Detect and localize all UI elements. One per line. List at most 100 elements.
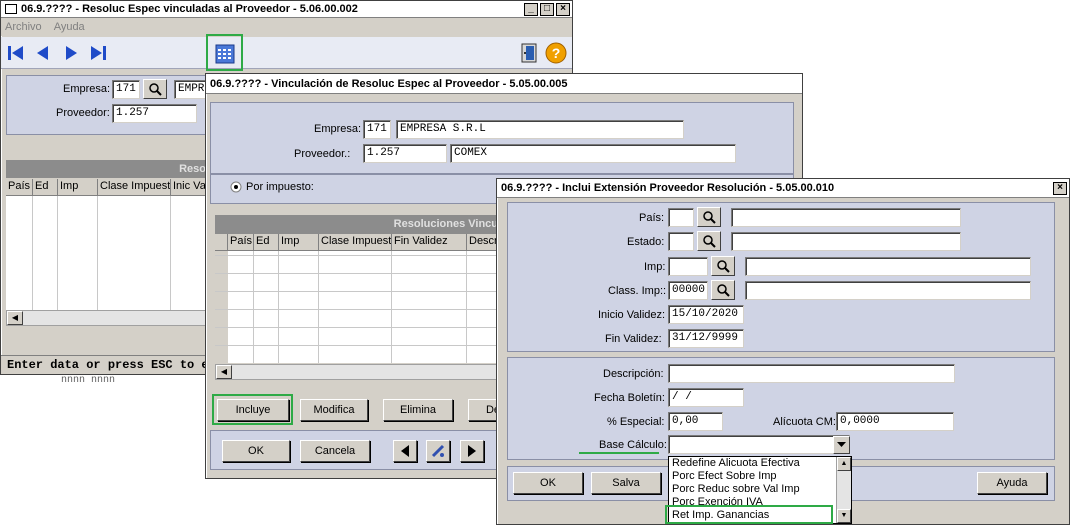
fin-validez-field[interactable]: 31/12/9999 — [668, 329, 744, 348]
class-imp-name-field[interactable] — [745, 281, 1031, 300]
proveedor-label: Proveedor: — [56, 107, 110, 119]
imp-name-field[interactable] — [745, 257, 1031, 276]
inicio-validez-field[interactable]: 15/10/2020 — [668, 305, 744, 324]
fecha-boletin-field[interactable]: / / — [668, 388, 744, 407]
imp-search-button[interactable] — [711, 256, 735, 276]
window2-titlebar: 06.9.???? - Vinculación de Resoluc Espec… — [206, 74, 802, 94]
radio-por-impuesto[interactable] — [230, 181, 242, 193]
fecha-boletin-label: Fecha Boletín: — [594, 392, 665, 404]
window1-titlebar: 06.9.???? - Resoluc Espec vinculadas al … — [1, 1, 572, 18]
class-imp-search-button[interactable] — [711, 280, 735, 300]
help-icon[interactable]: ? — [545, 42, 567, 64]
search-icon — [703, 211, 716, 224]
win2-ok-button[interactable]: OK — [222, 440, 290, 462]
arrow-left-icon — [401, 445, 409, 457]
win2-grid-title: Resoluciones Vincu — [215, 215, 498, 234]
win2-empresa-code-field[interactable]: 171 — [363, 120, 391, 139]
win2-col-clase[interactable]: Clase Impuest — [319, 234, 392, 251]
menu-archivo[interactable]: Archivo — [5, 21, 42, 33]
col-imp[interactable]: Imp — [58, 179, 98, 196]
minimize-button[interactable]: _ — [524, 2, 538, 16]
pais-label: País: — [639, 212, 665, 224]
win1-grid-title: Reso — [6, 160, 211, 178]
imp-field[interactable] — [668, 257, 708, 276]
close-button[interactable]: × — [556, 2, 570, 16]
alicuota-cm-field[interactable]: 0,0000 — [836, 412, 954, 431]
porc-especial-field[interactable]: 0,00 — [668, 412, 723, 431]
win2-col-fin-validez[interactable]: Fin Validez — [392, 234, 467, 251]
empresa-search-button[interactable] — [143, 79, 167, 99]
exit-door-icon[interactable] — [520, 42, 540, 64]
option-porc-efect[interactable]: Porc Efect Sobre Imp — [669, 470, 851, 483]
options-scroll-down-button[interactable]: ▼ — [837, 509, 851, 523]
estado-label: Estado: — [627, 236, 665, 248]
win2-grid-body[interactable] — [215, 251, 498, 363]
win2-prev-button[interactable] — [393, 440, 417, 462]
salva-button[interactable]: Salva — [591, 472, 661, 494]
win2-proveedor-code-field[interactable]: 1.257 — [363, 144, 447, 163]
calendar-icon[interactable] — [215, 43, 235, 65]
incluye-button[interactable]: Incluye — [217, 399, 289, 421]
win2-next-button[interactable] — [460, 440, 484, 462]
ayuda-button[interactable]: Ayuda — [977, 472, 1047, 494]
estado-name-field[interactable] — [731, 232, 961, 251]
last-record-icon[interactable] — [88, 43, 108, 63]
win2-col-descr[interactable]: Descr — [467, 234, 498, 251]
scroll-left-button[interactable]: ◀ — [7, 311, 23, 325]
menu-ayuda[interactable]: Ayuda — [54, 21, 85, 33]
win2-col-imp[interactable]: Imp — [279, 234, 319, 251]
window2-title: 06.9.???? - Vinculación de Resoluc Espec… — [210, 77, 568, 90]
pen-tool-icon — [431, 444, 445, 458]
class-imp-field[interactable]: 00000 — [668, 281, 708, 300]
col-clase[interactable]: Clase Impuest — [98, 179, 171, 196]
pais-field[interactable] — [668, 208, 694, 227]
win1-hscrollbar[interactable]: ◀ — [6, 310, 211, 326]
col-pais[interactable]: País — [6, 179, 33, 196]
modifica-button[interactable]: Modifica — [300, 399, 368, 421]
win1-grid-body[interactable] — [6, 196, 211, 311]
option-redefine-alicuota[interactable]: Redefine Alicuota Efectiva — [669, 457, 851, 470]
col-ed[interactable]: Ed — [33, 179, 58, 196]
window-inclui-extension: 06.9.???? - Inclui Extensión Proveedor R… — [496, 178, 1070, 525]
option-ret-imp-ganancias[interactable]: Ret Imp. Ganancias — [669, 509, 851, 522]
fin-validez-label: Fin Validez: — [605, 333, 662, 345]
window3-close-button[interactable]: × — [1053, 181, 1067, 195]
estado-field[interactable] — [668, 232, 694, 251]
window3-title: 06.9.???? - Inclui Extensión Proveedor R… — [501, 182, 835, 194]
win2-hscrollbar[interactable]: ◀ — [215, 364, 498, 380]
win2-empresa-name-field[interactable]: EMPRESA S.R.L — [396, 120, 684, 139]
base-calculo-label: Base Cálculo: — [599, 439, 667, 451]
elimina-button[interactable]: Elimina — [383, 399, 453, 421]
options-scrollbar[interactable]: ▲ ▼ — [836, 457, 851, 523]
estado-search-button[interactable] — [697, 231, 721, 251]
maximize-button[interactable]: □ — [540, 2, 554, 16]
window3-titlebar: 06.9.???? - Inclui Extensión Proveedor R… — [497, 179, 1069, 198]
base-calculo-select[interactable] — [668, 435, 850, 454]
win2-col-pais[interactable]: País — [228, 234, 254, 251]
alicuota-cm-label: Alícuota CM: — [773, 416, 836, 428]
proveedor-code-field[interactable]: 1.257 — [112, 104, 197, 123]
previous-record-icon[interactable] — [33, 43, 53, 63]
options-scroll-up-button[interactable]: ▲ — [837, 457, 851, 471]
base-calculo-dropdown-button[interactable] — [833, 436, 850, 454]
pais-search-button[interactable] — [697, 207, 721, 227]
menubar: Archivo Ayuda — [1, 18, 572, 36]
option-porc-exencion[interactable]: Porc Exención IVA — [669, 496, 851, 506]
descripcion-field[interactable] — [668, 364, 955, 383]
option-porc-reduc[interactable]: Porc Reduc sobre Val Imp — [669, 483, 851, 496]
win2-empresa-label: Empresa: — [314, 123, 362, 135]
first-record-icon[interactable] — [6, 43, 26, 63]
base-calculo-options[interactable]: Redefine Alicuota Efectiva Porc Efect So… — [668, 456, 852, 524]
win2-cancela-button[interactable]: Cancela — [300, 440, 370, 462]
app-icon — [5, 4, 17, 14]
win2-proveedor-name-field[interactable]: COMEX — [450, 144, 736, 163]
next-record-icon[interactable] — [61, 43, 81, 63]
chevron-down-icon — [837, 442, 846, 447]
win3-ok-button[interactable]: OK — [513, 472, 583, 494]
win2-col-indicator — [215, 234, 228, 251]
empresa-code-field[interactable]: 171 — [112, 80, 140, 99]
win2-scroll-left-button[interactable]: ◀ — [216, 365, 232, 379]
win2-col-ed[interactable]: Ed — [254, 234, 279, 251]
win2-tool-button[interactable] — [426, 440, 450, 462]
pais-name-field[interactable] — [731, 208, 961, 227]
